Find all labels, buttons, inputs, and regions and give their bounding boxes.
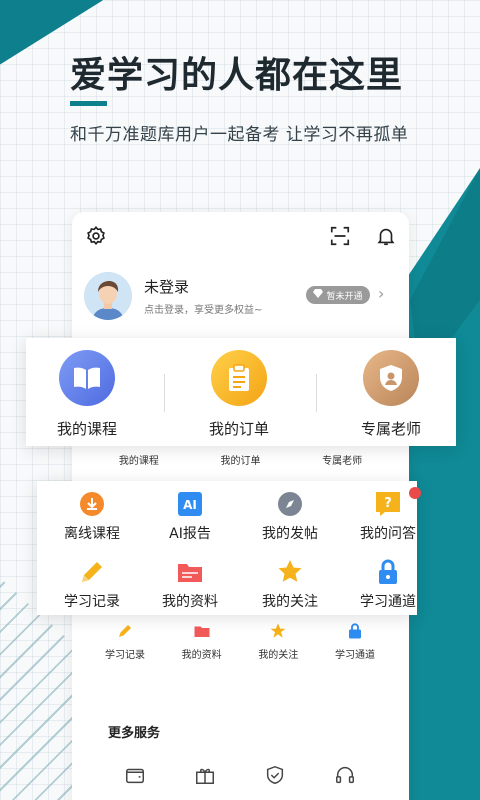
avatar <box>84 272 132 320</box>
star-icon <box>278 560 302 582</box>
small-item-my-materials[interactable]: 我的资料 <box>167 622 237 661</box>
main-menu-card: 我的课程 我的订单 专属老师 <box>26 338 456 446</box>
tagline: 和千万准题库用户一起备考 让学习不再孤单 <box>70 125 409 145</box>
small-item-my-follows[interactable]: 我的关注 <box>243 622 313 661</box>
grid-label: AI报告 <box>169 526 211 542</box>
divider <box>164 374 165 412</box>
question-icon: ? <box>376 492 400 516</box>
grid-label: 离线课程 <box>64 526 120 542</box>
headset-icon[interactable] <box>334 764 356 790</box>
settings-gear-icon[interactable] <box>84 224 108 248</box>
grid-item-study-channel[interactable]: 学习通道 <box>338 559 438 611</box>
shield-check-icon[interactable] <box>264 764 286 790</box>
menu-exclusive-teacher[interactable]: 专属老师 <box>336 350 446 439</box>
compass-icon <box>278 492 302 516</box>
grid-item-study-record[interactable]: 学习记录 <box>42 559 142 611</box>
download-icon <box>80 492 104 516</box>
grid-item-ai-report[interactable]: AI AI报告 <box>140 491 240 543</box>
more-services-title: 更多服务 <box>108 726 161 741</box>
login-title: 未登录 <box>144 278 190 296</box>
ai-icon: AI <box>178 492 202 516</box>
menu-label: 专属老师 <box>360 420 421 438</box>
menu-my-orders[interactable]: 我的订单 <box>184 350 294 439</box>
grid-label: 我的发帖 <box>262 526 318 542</box>
small-item-study-record[interactable]: 学习记录 <box>90 622 160 661</box>
menu-label: 我的订单 <box>208 420 269 438</box>
svg-text:AI: AI <box>183 498 197 512</box>
diamond-icon <box>313 289 324 301</box>
notification-bell-icon[interactable] <box>374 224 398 248</box>
pencil-icon <box>82 562 102 582</box>
scan-icon[interactable] <box>328 224 352 248</box>
small-item-label: 我的关注 <box>258 650 299 661</box>
grid-item-my-materials[interactable]: 我的资料 <box>140 559 240 611</box>
folder-icon <box>194 626 210 637</box>
lock-icon <box>348 623 361 639</box>
small-item-study-channel[interactable]: 学习通道 <box>320 622 390 661</box>
small-menu-row-2: 学习记录 我的资料 我的关注 学习通道 <box>90 622 390 661</box>
svg-text:?: ? <box>384 496 392 511</box>
grid-label: 我的关注 <box>262 594 318 610</box>
headline-underline <box>70 101 107 106</box>
login-profile-row[interactable]: 未登录 点击登录，享受更多权益~ 暂未开通 › <box>84 270 396 322</box>
grid-item-offline-courses[interactable]: 离线课程 <box>42 491 142 543</box>
vip-status-badge[interactable]: 暂未开通 <box>306 286 370 304</box>
small-menu-label[interactable]: 我的订单 <box>220 452 260 467</box>
more-services-section: 更多服务 <box>90 702 390 800</box>
small-item-label: 我的资料 <box>181 650 222 661</box>
lock-icon <box>379 559 397 584</box>
pencil-icon <box>119 625 131 637</box>
more-services-icons <box>100 764 380 790</box>
teacher-shield-icon <box>363 350 419 406</box>
clipboard-icon <box>211 350 267 406</box>
wallet-icon[interactable] <box>124 764 146 790</box>
gift-icon[interactable] <box>194 764 216 790</box>
menu-my-courses[interactable]: 我的课程 <box>32 350 142 439</box>
grid-label: 学习通道 <box>360 594 416 610</box>
small-menu-label[interactable]: 我的课程 <box>119 452 159 467</box>
menu-label: 我的课程 <box>56 420 117 438</box>
folder-icon <box>178 564 202 582</box>
small-item-label: 学习通道 <box>334 650 375 661</box>
small-menu-row-1: 我的课程 我的订单 专属老师 <box>88 452 393 467</box>
book-icon <box>59 350 115 406</box>
headline: 爱学习的人都在这里 <box>70 55 404 96</box>
grid-item-my-follows[interactable]: 我的关注 <box>240 559 340 611</box>
small-item-label: 学习记录 <box>105 650 145 661</box>
divider <box>316 374 317 412</box>
grid-item-my-qa[interactable]: ? 我的问答 <box>338 491 438 543</box>
star-icon <box>270 623 286 638</box>
feature-grid-card: 离线课程 AI AI报告 我的发帖 ? 我的问答 学习记录 我的资料 我的关注 … <box>37 481 421 615</box>
grid-item-my-posts[interactable]: 我的发帖 <box>240 491 340 543</box>
grid-label: 我的问答 <box>360 526 416 542</box>
vip-badge-label: 暂未开通 <box>326 291 363 302</box>
grid-label: 学习记录 <box>64 594 120 610</box>
small-menu-label[interactable]: 专属老师 <box>322 452 362 467</box>
grid-label: 我的资料 <box>162 594 218 610</box>
chevron-right-icon: › <box>378 284 385 303</box>
login-subtitle: 点击登录，享受更多权益~ <box>144 305 263 316</box>
